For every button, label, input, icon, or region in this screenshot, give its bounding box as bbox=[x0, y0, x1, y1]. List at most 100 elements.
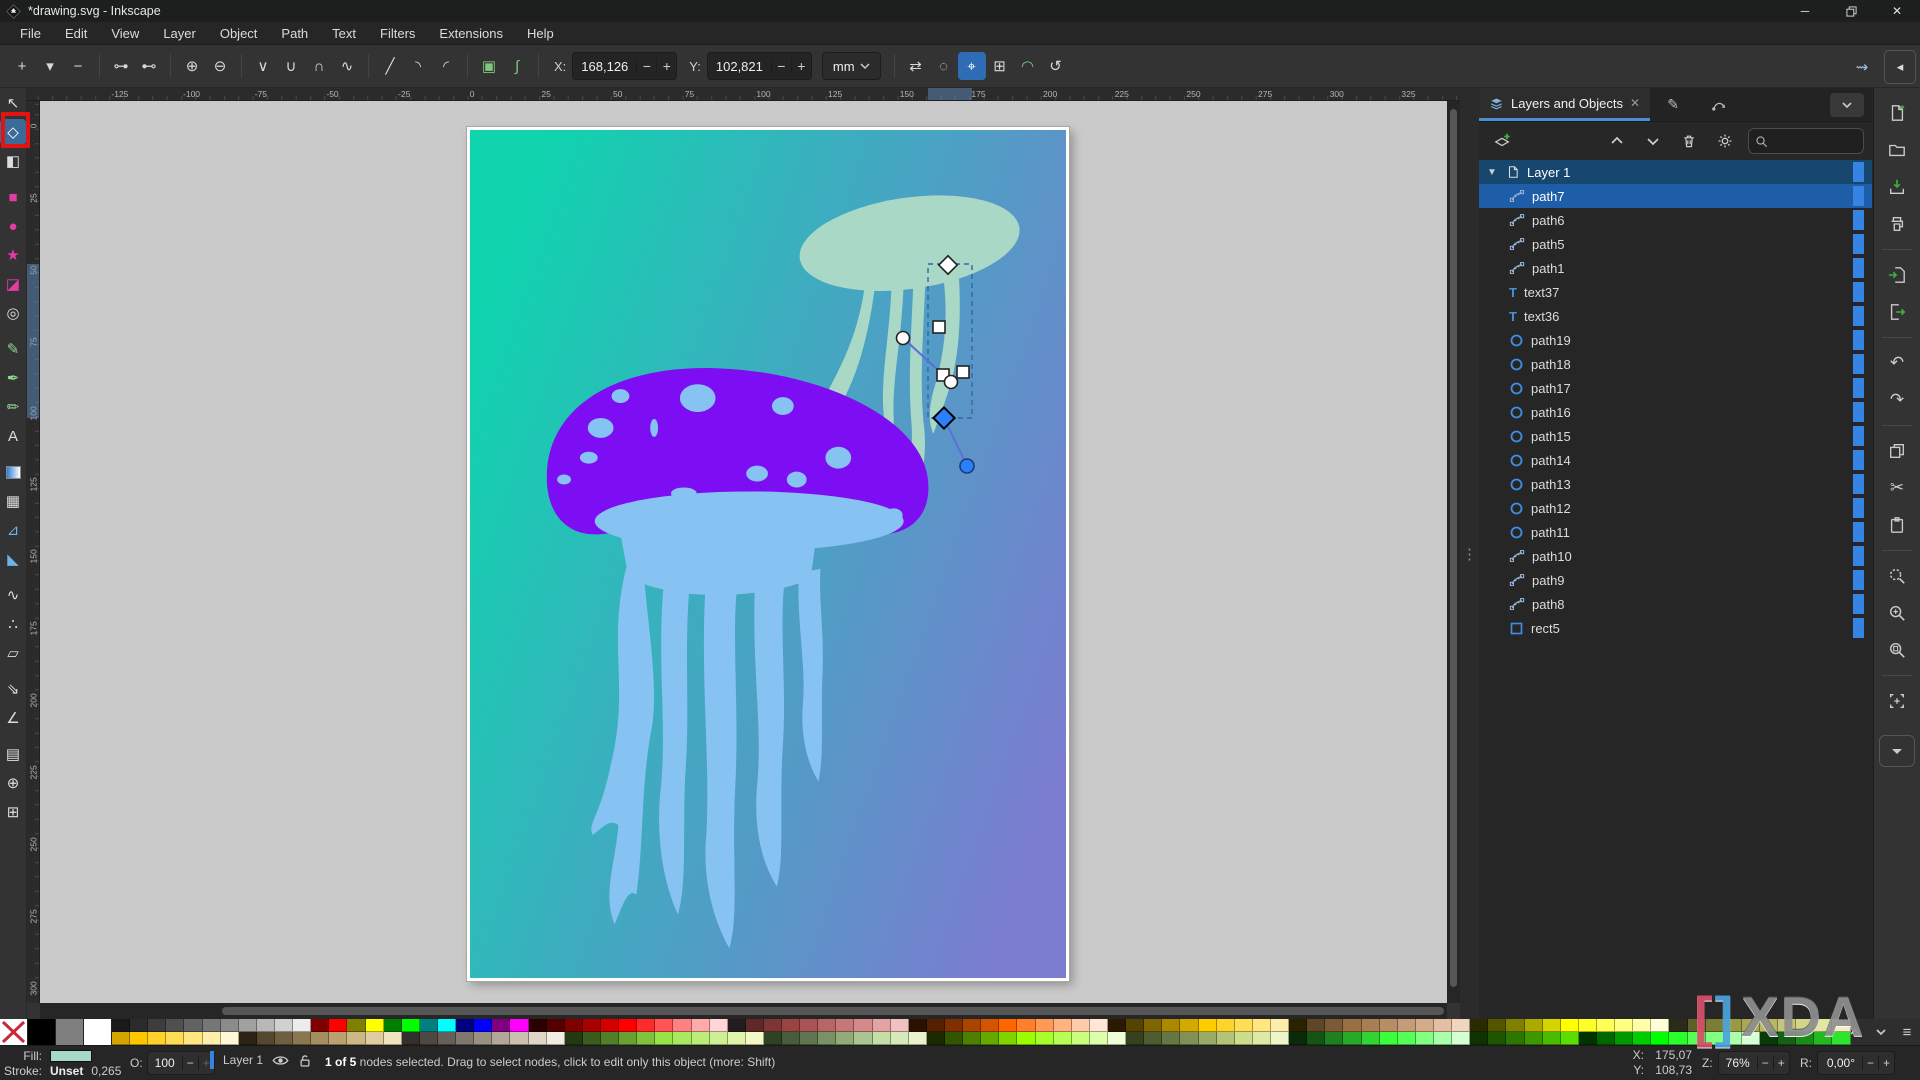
color-swatch[interactable] bbox=[619, 1019, 637, 1032]
vertical-scrollbar-thumb[interactable] bbox=[1450, 109, 1457, 987]
color-swatch[interactable] bbox=[1778, 1032, 1796, 1045]
color-swatch[interactable] bbox=[746, 1019, 764, 1032]
color-swatch[interactable] bbox=[836, 1032, 854, 1045]
toolbar-join-nodes[interactable]: ⊶ bbox=[107, 52, 135, 80]
object-row-path8[interactable]: path8 bbox=[1479, 592, 1872, 616]
text-tool[interactable]: A bbox=[0, 423, 26, 449]
color-swatch[interactable] bbox=[1452, 1032, 1470, 1045]
calligraphy-tool[interactable]: ✏ bbox=[0, 394, 26, 420]
color-swatch[interactable] bbox=[1706, 1032, 1724, 1045]
rotation-increase[interactable]: + bbox=[1878, 1056, 1894, 1070]
color-swatch[interactable] bbox=[728, 1019, 746, 1032]
toolbar-node-auto[interactable]: ∿ bbox=[333, 52, 361, 80]
color-swatch[interactable] bbox=[1072, 1032, 1090, 1045]
toolbar-edit-masks[interactable]: ↺ bbox=[1042, 52, 1070, 80]
pencil-tool[interactable]: ✎ bbox=[0, 336, 26, 362]
color-swatch[interactable] bbox=[1724, 1019, 1742, 1032]
color-swatch[interactable] bbox=[854, 1032, 872, 1045]
color-swatch[interactable] bbox=[1543, 1019, 1561, 1032]
toolbar-node-smooth[interactable]: ∪ bbox=[277, 52, 305, 80]
toolbar-node-corner[interactable]: ∨ bbox=[249, 52, 277, 80]
color-swatch[interactable] bbox=[710, 1032, 728, 1045]
object-color-tag[interactable] bbox=[1853, 354, 1864, 374]
object-row-rect5[interactable]: rect5 bbox=[1479, 616, 1872, 640]
toolbar-segment-arc[interactable]: ◜ bbox=[432, 52, 460, 80]
color-swatch[interactable] bbox=[1072, 1019, 1090, 1032]
color-swatch[interactable] bbox=[529, 1019, 547, 1032]
color-swatch[interactable] bbox=[1126, 1032, 1144, 1045]
color-swatch[interactable] bbox=[1343, 1032, 1361, 1045]
color-swatch[interactable] bbox=[1488, 1032, 1506, 1045]
color-swatch[interactable] bbox=[474, 1019, 492, 1032]
object-row-path9[interactable]: path9 bbox=[1479, 568, 1872, 592]
shape-builder-tool[interactable]: ◧ bbox=[0, 148, 26, 174]
box3d-tool[interactable]: ◪ bbox=[0, 271, 26, 297]
color-swatch[interactable] bbox=[927, 1032, 945, 1045]
color-swatch[interactable] bbox=[565, 1019, 583, 1032]
color-swatch[interactable] bbox=[800, 1032, 818, 1045]
color-swatch[interactable] bbox=[836, 1019, 854, 1032]
tweak-tool[interactable]: ∿ bbox=[0, 582, 26, 608]
toolbar-show-transform-handles[interactable]: ⊞ bbox=[986, 52, 1014, 80]
color-swatch[interactable] bbox=[945, 1019, 963, 1032]
color-swatch[interactable] bbox=[347, 1032, 365, 1045]
color-swatch[interactable] bbox=[1017, 1019, 1035, 1032]
palette-scroll-up[interactable] bbox=[1844, 1021, 1866, 1043]
layer-color-tag[interactable] bbox=[1853, 162, 1864, 182]
color-swatch[interactable] bbox=[510, 1032, 528, 1045]
color-swatch[interactable] bbox=[1814, 1019, 1832, 1032]
expander-icon[interactable]: ▼ bbox=[1487, 167, 1499, 178]
object-row-path13[interactable]: path13 bbox=[1479, 472, 1872, 496]
color-swatch[interactable] bbox=[311, 1032, 329, 1045]
color-swatch[interactable] bbox=[854, 1019, 872, 1032]
export-button[interactable] bbox=[1880, 297, 1914, 327]
toolbar-segment-curve[interactable]: ◝ bbox=[404, 52, 432, 80]
color-swatch[interactable] bbox=[547, 1032, 565, 1045]
toolbar-break-nodes[interactable]: ⊷ bbox=[135, 52, 163, 80]
color-swatch[interactable] bbox=[1579, 1019, 1597, 1032]
color-swatch[interactable] bbox=[891, 1032, 909, 1045]
color-swatch[interactable] bbox=[1090, 1019, 1108, 1032]
color-swatch[interactable] bbox=[1235, 1032, 1253, 1045]
color-swatch[interactable] bbox=[818, 1019, 836, 1032]
color-swatch[interactable] bbox=[1289, 1032, 1307, 1045]
tab-fill-stroke[interactable]: ✎ bbox=[1650, 88, 1696, 121]
menu-object[interactable]: Object bbox=[208, 24, 270, 43]
object-row-path19[interactable]: path19 bbox=[1479, 328, 1872, 352]
color-swatch[interactable] bbox=[963, 1019, 981, 1032]
color-swatch[interactable] bbox=[1597, 1019, 1615, 1032]
delete-object-button[interactable] bbox=[1674, 127, 1704, 155]
color-swatch[interactable] bbox=[1470, 1032, 1488, 1045]
color-swatch[interactable] bbox=[583, 1019, 601, 1032]
tab-layers-and-objects[interactable]: Layers and Objects ✕ bbox=[1479, 88, 1650, 121]
color-swatch[interactable] bbox=[1180, 1019, 1198, 1032]
undo-button[interactable]: ↶ bbox=[1880, 348, 1914, 378]
color-swatch[interactable] bbox=[1615, 1032, 1633, 1045]
toolbar-node-symmetric[interactable]: ∩ bbox=[305, 52, 333, 80]
color-swatch[interactable] bbox=[420, 1032, 438, 1045]
object-color-tag[interactable] bbox=[1853, 282, 1864, 302]
opacity-decrease[interactable]: − bbox=[182, 1056, 198, 1070]
toolbar-segment-line[interactable]: ╱ bbox=[376, 52, 404, 80]
current-layer-label[interactable]: Layer 1 bbox=[223, 1053, 263, 1067]
color-swatch[interactable] bbox=[1307, 1019, 1325, 1032]
layer-row[interactable]: ▼Layer 1 bbox=[1479, 160, 1872, 184]
color-swatch[interactable] bbox=[764, 1019, 782, 1032]
object-color-tag[interactable] bbox=[1853, 306, 1864, 326]
object-row-path18[interactable]: path18 bbox=[1479, 352, 1872, 376]
color-swatch[interactable] bbox=[329, 1032, 347, 1045]
color-swatch[interactable] bbox=[1289, 1019, 1307, 1032]
menu-extensions[interactable]: Extensions bbox=[427, 24, 515, 43]
color-swatch[interactable] bbox=[673, 1032, 691, 1045]
zoom-tool[interactable]: ⊕ bbox=[0, 770, 26, 796]
palette-scroll-down[interactable] bbox=[1870, 1021, 1892, 1043]
color-swatch[interactable] bbox=[257, 1019, 275, 1032]
mesh-tool[interactable]: ▦ bbox=[0, 488, 26, 514]
fill-color-swatch[interactable] bbox=[50, 1050, 92, 1062]
swatch-black[interactable] bbox=[28, 1019, 56, 1045]
object-color-tag[interactable] bbox=[1853, 618, 1864, 638]
zoom-selection-button[interactable] bbox=[1880, 561, 1914, 591]
color-swatch[interactable] bbox=[1343, 1019, 1361, 1032]
color-swatch[interactable] bbox=[999, 1032, 1017, 1045]
color-swatch[interactable] bbox=[999, 1019, 1017, 1032]
